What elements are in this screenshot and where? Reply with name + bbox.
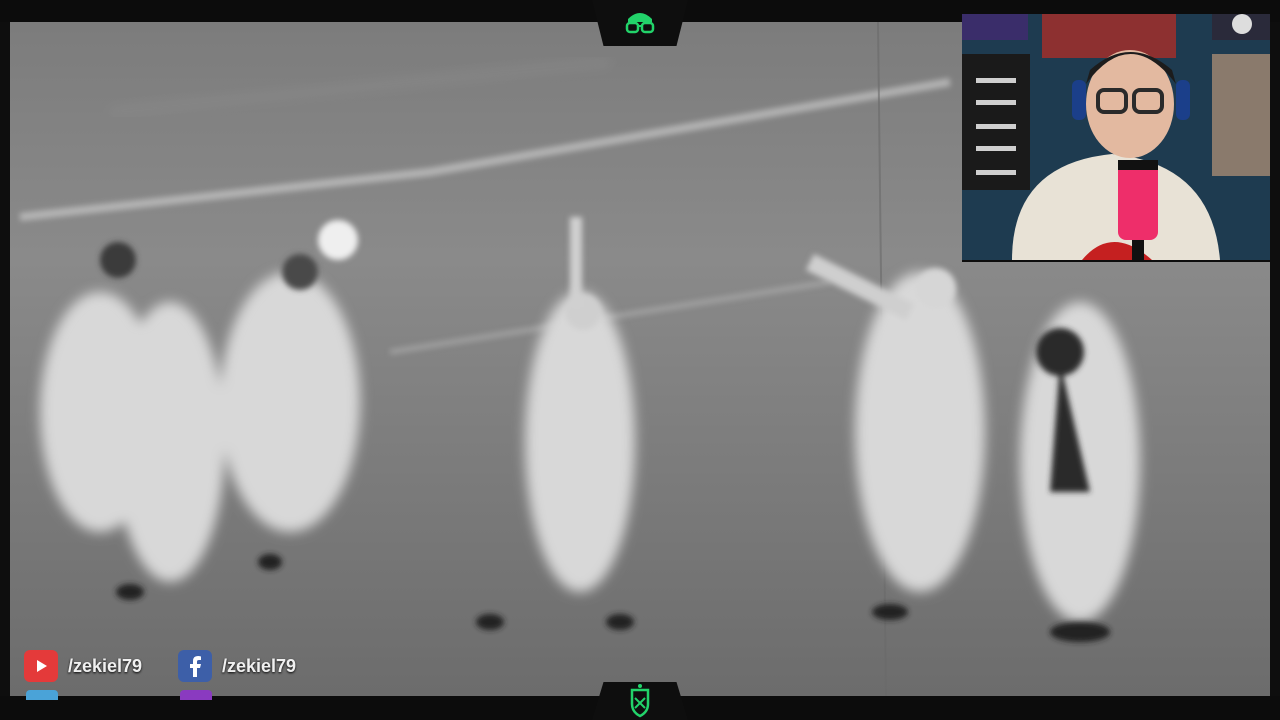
streamer-webcam-image: [962, 14, 1270, 260]
youtube-handle: /zekiel79: [68, 655, 143, 676]
youtube-social-link[interactable]: /zekiel79: [24, 650, 142, 682]
glasses-face-logo-icon: [625, 13, 655, 34]
facebook-handle: /zekiel79: [222, 655, 297, 676]
frame-left-border: [0, 22, 10, 696]
twitch-icon[interactable]: [180, 690, 212, 700]
shield-crest-icon: [630, 684, 650, 718]
twitter-icon[interactable]: [26, 690, 58, 700]
facebook-icon: [178, 650, 212, 682]
youtube-icon: [24, 650, 58, 682]
stream-overlay: /zekiel79 /zekiel79: [0, 0, 1280, 720]
frame-right-border: [1270, 22, 1280, 696]
facebook-social-link[interactable]: /zekiel79: [178, 650, 296, 682]
webcam-feed: [962, 14, 1270, 262]
